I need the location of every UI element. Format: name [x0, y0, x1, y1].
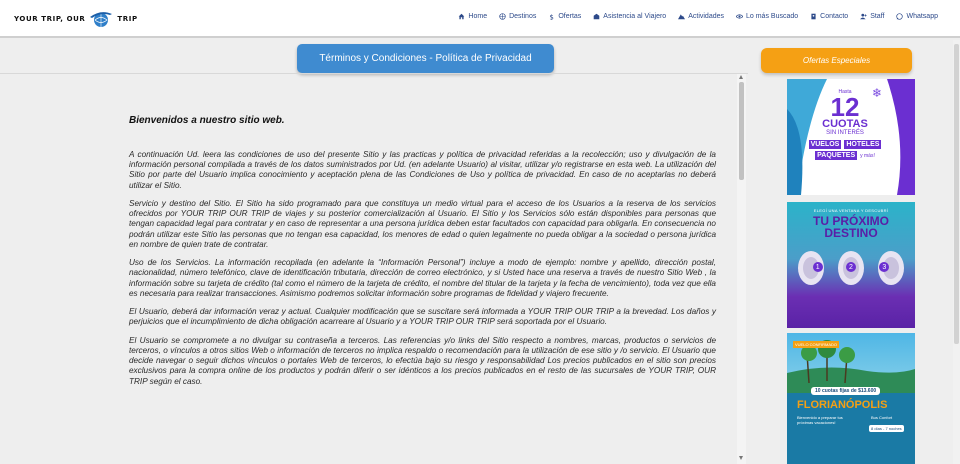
- nav-contacto[interactable]: Contacto: [810, 13, 848, 20]
- nav-staff[interactable]: Staff: [860, 13, 884, 20]
- nav-destinos[interactable]: Destinos: [499, 13, 536, 20]
- main-menu: Home Destinos $ Ofertas Asistencia al Vi…: [458, 13, 938, 20]
- page-scroll-thumb[interactable]: [954, 44, 959, 344]
- nav-home-label: Home: [468, 13, 488, 20]
- address-book-icon: [811, 13, 816, 20]
- banner1-line1: CUOTAS: [822, 118, 868, 130]
- brand-logo[interactable]: YOUR TRIP, OUR TRIP: [14, 8, 138, 30]
- title-divider: [0, 73, 748, 74]
- brand-text-right: TRIP: [117, 15, 138, 23]
- nav-destinos-label: Destinos: [509, 13, 537, 20]
- dollar-icon: $: [550, 13, 554, 20]
- banner1-extra: y más!: [860, 152, 875, 159]
- user-plus-icon: [860, 13, 867, 20]
- nav-home[interactable]: Home: [458, 13, 487, 20]
- banner3-badge: VUELO CONFIRMADO: [793, 341, 840, 348]
- home-icon: [459, 13, 465, 20]
- terms-paragraph: Uso de los Servicios. La información rec…: [129, 258, 716, 298]
- nav-ofertas-label: Ofertas: [558, 13, 582, 20]
- scroll-up-arrow-icon[interactable]: [739, 75, 743, 79]
- welcome-heading: Bienvenidos a nuestro sitio web.: [129, 115, 285, 126]
- banner1-number: 12: [830, 92, 860, 122]
- building-icon: [593, 13, 600, 20]
- window-option-2[interactable]: 2: [845, 262, 856, 272]
- offer-banner-florianopolis[interactable]: VUELO CONFIRMADO 10 cuotas fijas de $13.…: [787, 333, 915, 464]
- nav-contacto-label: Contacto: [820, 13, 849, 20]
- terms-paragraph: Servicio y destino del Sitio. El Sitio h…: [129, 199, 716, 249]
- banner3-price: 10 cuotas fijas de $13.600: [811, 387, 881, 395]
- nav-whatsapp-label: Whatsapp: [906, 13, 938, 20]
- banner1-line2: SIN INTERÉS: [826, 130, 864, 136]
- nav-asistencia[interactable]: Asistencia al Viajero: [593, 13, 666, 20]
- special-offers-title: Ofertas Especiales: [761, 48, 912, 73]
- scroll-down-arrow-icon[interactable]: [739, 456, 743, 460]
- offer-banner-cuotas[interactable]: ❄ Hasta 12 CUOTAS SIN INTERÉS VUELOS HOT…: [787, 79, 915, 195]
- nav-whatsapp[interactable]: Whatsapp: [896, 13, 938, 20]
- banner1-tag-paquetes: PAQUETES: [815, 151, 858, 160]
- nav-lo-mas-buscado-label: Lo más Buscado: [746, 13, 799, 20]
- banner3-detail1: Bus Confort: [871, 415, 893, 420]
- nav-actividades[interactable]: Actividades: [678, 13, 724, 20]
- page-scrollbar[interactable]: [953, 40, 960, 464]
- terms-content-area: Términos y Condiciones - Política de Pri…: [0, 40, 748, 464]
- special-offers-sidebar: Ofertas Especiales ❄ Hasta 12 CUOTAS SIN…: [752, 40, 960, 464]
- nav-asistencia-label: Asistencia al Viajero: [603, 13, 667, 20]
- nav-staff-label: Staff: [870, 13, 885, 20]
- nav-lo-mas-buscado[interactable]: Lo más Buscado: [736, 13, 798, 20]
- whatsapp-icon: [896, 13, 904, 20]
- terms-paragraph: A continuación Ud. leera las condiciones…: [129, 150, 716, 190]
- content-scroll-thumb[interactable]: [739, 82, 744, 180]
- terms-body: A continuación Ud. leera las condiciones…: [129, 150, 716, 395]
- banner3-city: FLORIANÓPOLIS: [797, 399, 888, 411]
- window-option-3[interactable]: 3: [879, 262, 890, 272]
- eye-icon: [736, 14, 743, 19]
- top-navbar: YOUR TRIP, OUR TRIP Home Destinos $ Ofer…: [0, 0, 960, 38]
- globe-icon: [499, 13, 506, 20]
- page-title: Términos y Condiciones - Política de Pri…: [297, 44, 554, 73]
- offer-banner-destino[interactable]: ELEGÍ UNA VENTANA Y DESCUBRÍ TU PRÓXIMO …: [787, 202, 915, 328]
- mountain-icon: [678, 14, 686, 20]
- brand-text-left: YOUR TRIP, OUR: [14, 15, 86, 23]
- banner3-sub: Bienvenido a preparar tus próximas vacac…: [797, 415, 843, 425]
- banner1-tag-hoteles: HOTELES: [844, 140, 882, 149]
- terms-paragraph: El Usuario se compromete a no divulgar s…: [129, 335, 716, 386]
- nav-actividades-label: Actividades: [688, 13, 724, 20]
- nav-ofertas[interactable]: $ Ofertas: [548, 13, 582, 20]
- terms-paragraph: El Usuario, deberá dar información veraz…: [129, 307, 716, 327]
- globe-plane-logo-icon: [90, 12, 113, 27]
- svg-text:$: $: [550, 13, 554, 20]
- banner3-detail2: 8 días - 7 noches: [869, 425, 904, 432]
- window-option-1[interactable]: 1: [812, 262, 823, 272]
- content-scrollbar[interactable]: [737, 74, 746, 464]
- banner1-tag-vuelos: VUELOS: [808, 140, 842, 149]
